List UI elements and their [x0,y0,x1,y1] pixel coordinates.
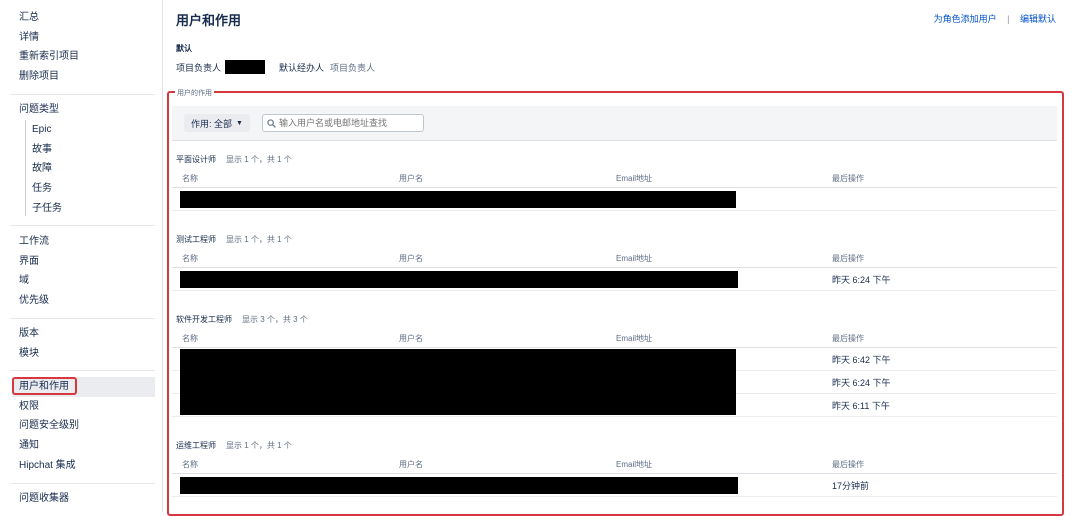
link-separator: | [1007,14,1010,24]
default-assignee-label: 默认经办人 [279,62,325,73]
table-header: 名称 用户名 Email地址 最后操作 [172,453,1057,474]
role-name: 运维工程师 [176,441,216,450]
sidebar-divider [10,318,155,319]
col-last-action: 最后操作 [832,334,864,343]
table-row: 17分钟前 [172,474,1057,497]
sidebar: 汇总 详情 重新索引项目 删除项目 问题类型 Epic 故事 故障 任务 子任务… [0,0,163,512]
sidebar-item-fields[interactable]: 域 [19,274,29,288]
col-last-action: 最后操作 [832,460,864,469]
sidebar-item-details[interactable]: 详情 [19,31,39,45]
sidebar-item-reindex[interactable]: 重新索引项目 [19,50,79,64]
user-search-box[interactable] [262,114,424,132]
last-action: 昨天 6:24 下午 [832,378,891,388]
role-section-ops-engineer: 运维工程师 显示 1 个，共 1 个 名称 用户名 Email地址 最后操作 17… [172,439,1057,497]
last-action: 昨天 6:24 下午 [832,275,891,285]
col-name: 名称 [182,334,198,343]
project-lead-redacted [225,60,266,74]
col-email: Email地址 [616,254,653,263]
sidebar-item-bug[interactable]: 故障 [32,162,52,176]
role-filter-label: 作用: 全部 [191,118,233,129]
role-section-heading: 平面设计师 显示 1 个，共 1 个 [176,153,1057,167]
role-name: 测试工程师 [176,235,216,244]
sidebar-tree-line [25,120,26,216]
table-header: 名称 用户名 Email地址 最后操作 [172,167,1057,188]
role-section-test-engineer: 测试工程师 显示 1 个，共 1 个 名称 用户名 Email地址 最后操作 昨天… [172,233,1057,291]
role-count: 显示 1 个，共 1 个 [226,235,292,244]
user-search-input[interactable] [279,118,419,128]
role-section-heading: 运维工程师 显示 1 个，共 1 个 [176,439,1057,453]
sidebar-item-task[interactable]: 任务 [32,182,52,196]
redacted-user-info [180,271,738,288]
defaults-row: 项目负责人 默认经办人 项目负责人 [176,60,375,74]
main-content: 用户和作用 为角色添加用户 | 编辑默认 默认 项目负责人 默认经办人 项目负责… [163,0,1080,516]
role-count: 显示 1 个，共 1 个 [226,155,292,164]
user-roles-label: 用户的作用 [175,88,214,98]
role-section-heading: 软件开发工程师 显示 3 个，共 3 个 [176,313,1057,327]
sidebar-item-notifications[interactable]: 通知 [19,439,39,453]
sidebar-item-story[interactable]: 故事 [32,143,52,157]
table-row [172,188,1057,211]
sidebar-divider [10,370,155,371]
sidebar-item-workflows[interactable]: 工作流 [19,235,49,249]
default-assignee-value: 项目负责人 [330,62,376,73]
sidebar-item-users-and-roles[interactable]: 用户和作用 [19,380,69,394]
col-last-action: 最后操作 [832,174,864,183]
sidebar-item-delete-project[interactable]: 删除项目 [19,70,59,84]
header-actions: 为角色添加用户 | 编辑默认 [934,12,1056,25]
sidebar-item-epic[interactable]: Epic [32,123,51,137]
table-header: 名称 用户名 Email地址 最后操作 [172,247,1057,268]
col-username: 用户名 [399,334,423,343]
sidebar-item-subtask[interactable]: 子任务 [32,202,62,216]
sidebar-item-permissions[interactable]: 权限 [19,400,39,414]
sidebar-divider [10,94,155,95]
last-action: 昨天 6:42 下午 [832,355,891,365]
col-username: 用户名 [399,174,423,183]
role-count: 显示 1 个，共 1 个 [226,441,292,450]
redacted-user-info [180,477,738,494]
col-name: 名称 [182,174,198,183]
project-lead-label: 项目负责人 [176,62,222,73]
role-filter-dropdown[interactable]: 作用: 全部 ▼ [184,114,250,132]
col-username: 用户名 [399,254,423,263]
filter-bar: 作用: 全部 ▼ [172,106,1057,141]
caret-down-icon: ▼ [236,119,243,127]
defaults-heading: 默认 [176,44,192,53]
sidebar-item-issue-types[interactable]: 问题类型 [19,103,59,117]
role-section-graphic-designer: 平面设计师 显示 1 个，共 1 个 名称 用户名 Email地址 最后操作 [172,153,1057,211]
role-section-heading: 测试工程师 显示 1 个，共 1 个 [176,233,1057,247]
last-action: 昨天 6:11 下午 [832,401,890,411]
sidebar-item-components[interactable]: 模块 [19,347,39,361]
sidebar-item-priorities[interactable]: 优先级 [19,294,49,308]
table-body: 昨天 6:42 下午 昨天 6:24 下午 昨天 6:11 下午 [172,348,1057,417]
table-header: 名称 用户名 Email地址 最后操作 [172,327,1057,348]
sidebar-item-summary[interactable]: 汇总 [19,11,39,25]
col-email: Email地址 [616,334,653,343]
redacted-user-info [180,191,736,208]
last-action: 17分钟前 [832,481,870,491]
redacted-user-info [180,349,736,415]
page-title: 用户和作用 [176,13,242,28]
table-row: 昨天 6:24 下午 [172,268,1057,291]
col-email: Email地址 [616,174,653,183]
sidebar-item-issue-collectors[interactable]: 问题收集器 [19,492,69,506]
add-users-to-role-link[interactable]: 为角色添加用户 [934,14,997,24]
sidebar-item-versions[interactable]: 版本 [19,327,39,341]
role-section-software-engineer: 软件开发工程师 显示 3 个，共 3 个 名称 用户名 Email地址 最后操作 … [172,313,1057,417]
search-icon [267,118,276,128]
edit-defaults-link[interactable]: 编辑默认 [1020,14,1056,24]
sidebar-item-screens[interactable]: 界面 [19,255,39,269]
role-name: 平面设计师 [176,155,216,164]
col-last-action: 最后操作 [832,254,864,263]
role-name: 软件开发工程师 [176,315,232,324]
sidebar-divider [10,225,155,226]
col-name: 名称 [182,254,198,263]
col-username: 用户名 [399,460,423,469]
sidebar-item-hipchat[interactable]: Hipchat 集成 [19,459,76,473]
col-email: Email地址 [616,460,653,469]
sidebar-item-issue-security[interactable]: 问题安全级别 [19,419,79,433]
col-name: 名称 [182,460,198,469]
sidebar-divider [10,483,155,484]
role-count: 显示 3 个，共 3 个 [242,315,308,324]
